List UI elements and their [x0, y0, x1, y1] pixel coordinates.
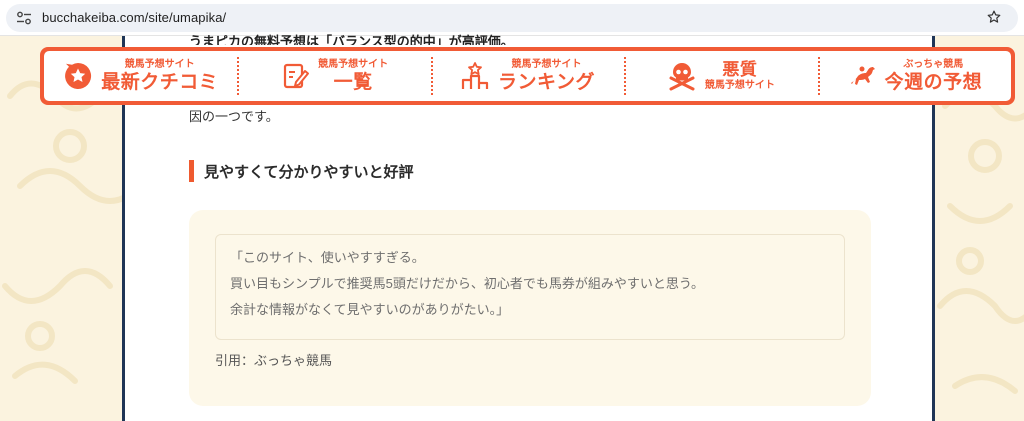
nav-item-malicious-sites[interactable]: 悪質 競馬予想サイト	[624, 51, 817, 101]
nav-item-label: 悪質	[722, 60, 758, 79]
nav-item-sublabel: 競馬予想サイト	[704, 80, 775, 91]
url-text[interactable]: bucchakeiba.com/site/umapika/	[42, 10, 226, 25]
nav-item-label: 今週の予想	[884, 72, 983, 93]
nav-item-ranking[interactable]: 競馬予想サイト ランキング	[430, 51, 624, 101]
nav-item-sublabel: 競馬予想サイト	[124, 59, 195, 70]
article-paragraph-end: 因の一つです。	[189, 109, 279, 124]
nav-item-label: ランキング	[498, 72, 595, 93]
nav-item-sublabel: 競馬予想サイト	[318, 59, 389, 70]
site-info-icon[interactable]	[16, 11, 32, 25]
nav-item-label: 一覧	[333, 72, 373, 93]
browser-address-bar: bucchakeiba.com/site/umapika/	[0, 0, 1024, 36]
review-box: 「このサイト、使いやすすぎる。 買い目もシンプルで推奨馬5頭だけだから、初心者で…	[189, 210, 871, 406]
omnibox[interactable]: bucchakeiba.com/site/umapika/	[6, 4, 1018, 32]
star-badge-icon	[65, 62, 92, 89]
nav-item-sublabel: ぶっちゃ競馬	[903, 59, 964, 70]
nav-inner: 競馬予想サイト 最新クチコミ 競馬予想サイト 一覧 競馬予想サイト ランキング …	[44, 51, 1011, 101]
nav-item-latest-reviews[interactable]: 競馬予想サイト 最新クチコミ	[44, 51, 237, 101]
section-heading: 見やすくて分かりやすいと好評	[189, 160, 414, 182]
quote-card: 「このサイト、使いやすすぎる。 買い目もシンプルで推奨馬5頭だけだから、初心者で…	[215, 234, 845, 340]
article-text-clipped: うまピカの無料予想は「バランス型の的中」が高評価。	[189, 34, 514, 45]
star-icon[interactable]	[986, 9, 1002, 25]
quote-line: 「このサイト、使いやすすぎる。	[230, 250, 425, 265]
nav-item-sublabel: 競馬予想サイト	[511, 59, 582, 70]
heading-text: 見やすくて分かりやすいと好評	[204, 163, 414, 181]
clipboard-pen-icon	[284, 63, 310, 89]
heading-accent-bar	[189, 160, 194, 182]
nav-item-label: 最新クチコミ	[101, 72, 219, 93]
nav-item-site-list[interactable]: 競馬予想サイト 一覧	[237, 51, 430, 101]
quote-line: 余計な情報がなくて見やすいのがありがたい。」	[230, 302, 510, 317]
quote-line: 買い目もシンプルで推奨馬5頭だけだから、初心者でも馬券が組みやすいと思う。	[230, 276, 705, 291]
quote-citation: 引用：ぶっちゃ競馬	[215, 353, 333, 368]
racehorse-icon	[850, 66, 875, 85]
podium-icon	[461, 62, 489, 89]
site-nav-banner: 競馬予想サイト 最新クチコミ 競馬予想サイト 一覧 競馬予想サイト ランキング …	[40, 47, 1015, 105]
nav-item-weekly-prediction[interactable]: ぶっちゃ競馬 今週の予想	[817, 51, 1011, 101]
skull-icon	[669, 63, 695, 91]
